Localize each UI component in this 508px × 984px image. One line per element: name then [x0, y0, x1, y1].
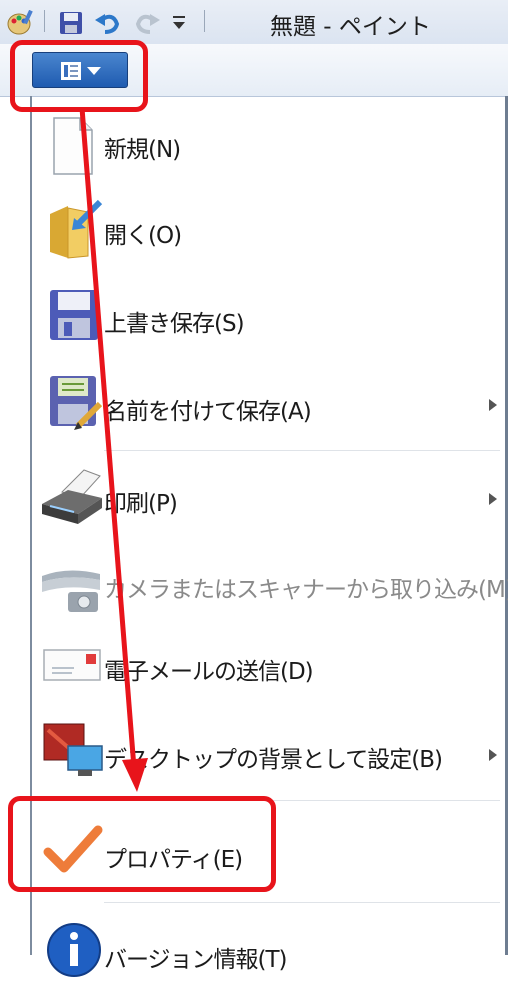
annotation-arrow: [79, 107, 148, 792]
